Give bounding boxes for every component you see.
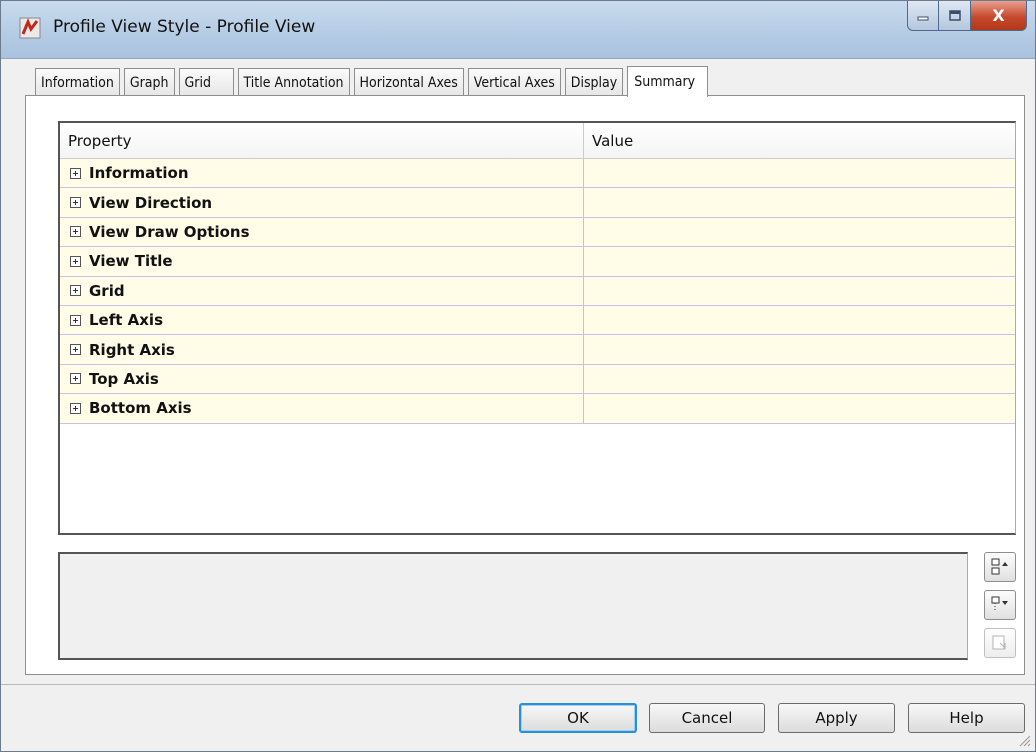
close-button[interactable]: X [971,1,1027,31]
grid-row-right-axis[interactable]: Right Axis [60,335,1015,365]
tab-panel-summary: Property Value Information View Directio… [25,95,1025,675]
property-cell: Right Axis [60,335,584,364]
value-cell[interactable] [584,247,1015,275]
grid-row-bottom-axis[interactable]: Bottom Axis [60,394,1015,424]
expand-icon[interactable] [70,197,81,209]
grid-row-information[interactable]: Information [60,159,1015,189]
dialog-window: Profile View Style - Profile View X Info… [0,0,1036,752]
description-panel [58,552,968,660]
grid-header: Property Value [60,123,1015,159]
copy-to-clipboard-button[interactable] [984,628,1016,658]
expand-icon[interactable] [70,344,81,356]
tab-graph[interactable]: Graph [123,68,175,96]
expand-icon[interactable] [70,255,81,267]
row-label: Right Axis [89,340,175,359]
expand-icon[interactable] [70,402,81,414]
property-cell: View Draw Options [60,217,584,247]
tab-vertical-axes[interactable]: Vertical Axes [467,68,561,96]
expand-icon[interactable] [70,167,81,179]
grid-row-view-draw-options[interactable]: View Draw Options [60,217,1015,248]
grid-row-grid[interactable]: Grid [60,276,1015,306]
expand-icon[interactable] [70,226,81,238]
expand-icon[interactable] [70,373,81,385]
row-label: Top Axis [89,369,159,388]
row-label: View Title [89,252,173,271]
collapse-all-icon [991,596,1008,612]
property-cell: Left Axis [60,305,584,335]
tab-horizontal-axes[interactable]: Horizontal Axes [353,68,464,96]
value-cell[interactable] [584,159,1015,187]
value-cell[interactable] [584,277,1015,305]
close-icon: X [992,6,1005,25]
value-cell[interactable] [584,188,1015,216]
maximize-icon [948,9,961,21]
apply-button[interactable]: Apply [778,703,895,733]
tab-information[interactable]: Information [35,68,120,96]
grid-row-view-direction[interactable]: View Direction [60,188,1015,218]
row-label: Information [89,164,189,183]
expand-icon[interactable] [70,285,81,297]
property-cell: View Direction [60,188,584,217]
tab-grid[interactable]: Grid [178,68,234,96]
ok-button[interactable]: OK [519,703,637,733]
maximize-button[interactable] [939,1,971,31]
property-cell: Bottom Axis [60,394,584,423]
collapse-all-button[interactable] [984,590,1016,620]
property-grid: Property Value Information View Directio… [58,121,1016,535]
row-label: View Draw Options [89,222,250,241]
row-label: Grid [89,281,125,300]
expand-all-icon [991,558,1008,575]
grid-row-left-axis[interactable]: Left Axis [60,305,1015,336]
tab-strip: Information Graph Grid Title Annotation … [35,66,712,97]
expand-all-button[interactable] [984,552,1016,582]
footer-divider [1,684,1035,685]
row-label: Bottom Axis [89,399,192,418]
property-cell: Top Axis [60,364,584,394]
title-bar[interactable]: Profile View Style - Profile View X [1,1,1035,59]
app-icon [19,17,41,39]
tab-title-annotation[interactable]: Title Annotation [237,68,350,96]
grid-row-view-title[interactable]: View Title [60,247,1015,277]
value-cell[interactable] [584,335,1015,363]
expand-icon[interactable] [70,314,81,326]
copy-to-clipboard-icon [992,635,1006,650]
resize-grip-icon[interactable] [1017,733,1031,747]
column-header-value[interactable]: Value [584,123,1015,158]
row-label: Left Axis [89,311,164,330]
value-cell[interactable] [584,218,1015,246]
tab-summary[interactable]: Summary [627,66,709,97]
property-cell: View Title [60,247,584,276]
column-header-property[interactable]: Property [60,123,584,158]
property-cell: Information [60,159,584,188]
grid-row-top-axis[interactable]: Top Axis [60,364,1015,395]
window-controls: X [907,1,1027,31]
property-cell: Grid [60,276,584,305]
minimize-icon [917,16,929,20]
value-cell[interactable] [584,306,1015,334]
row-label: View Direction [89,193,213,212]
tab-display[interactable]: Display [564,68,624,96]
help-button[interactable]: Help [908,703,1025,733]
value-cell[interactable] [584,394,1015,422]
window-title: Profile View Style - Profile View [53,17,316,37]
cancel-button[interactable]: Cancel [649,703,765,733]
value-cell[interactable] [584,365,1015,393]
minimize-button[interactable] [907,1,939,31]
